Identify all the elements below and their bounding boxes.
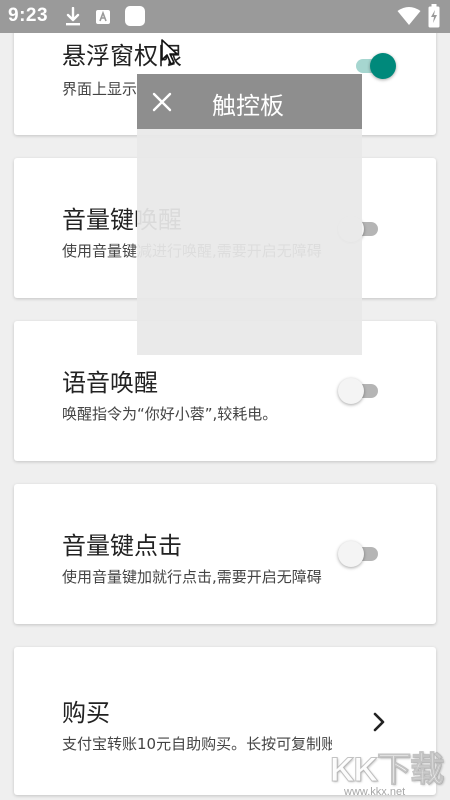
volume-click-title: 音量键点击 [62,532,182,560]
battery-charging-icon [428,4,440,28]
toggle-thumb [370,53,396,79]
download-icon [66,7,80,26]
setting-card-volume-click[interactable]: 音量键点击 使用音量键加就行点击,需要开启无障碍 [14,484,436,624]
volume-click-description: 使用音量键加就行点击,需要开启无障碍 [62,568,322,586]
toggle-thumb [338,378,364,404]
touchpad-title: 触控板 [212,92,284,120]
status-bar: 9:23 [0,0,450,33]
status-time: 9:23 [8,5,49,26]
watermark-url: www.kkx.net [344,786,406,798]
watermark-logo: KK下载 [329,751,444,790]
close-icon[interactable] [151,91,173,113]
touchpad-area[interactable] [137,129,362,355]
purchase-description: 支付宝转账10元自助购买。长按可复制账号 [62,735,332,753]
volume-click-toggle[interactable] [338,539,382,569]
purchase-title: 购买 [62,699,110,727]
voice-wake-title: 语音唤醒 [62,369,158,397]
voice-wake-description: 唤醒指令为“你好小蓉”,较耗电。 [62,405,278,423]
touchpad-overlay[interactable]: 触控板 [137,74,362,355]
watermark: KK下载 www.kkx.net [329,742,448,800]
keyboard-a-icon [96,10,110,24]
toggle-thumb [338,541,364,567]
chevron-right-icon[interactable] [372,711,386,733]
voice-wake-toggle[interactable] [338,376,382,406]
cursor-pointer-icon [161,39,178,65]
wifi-icon [397,7,421,25]
touchpad-header: 触控板 [137,74,362,129]
app-square-icon [125,6,145,26]
